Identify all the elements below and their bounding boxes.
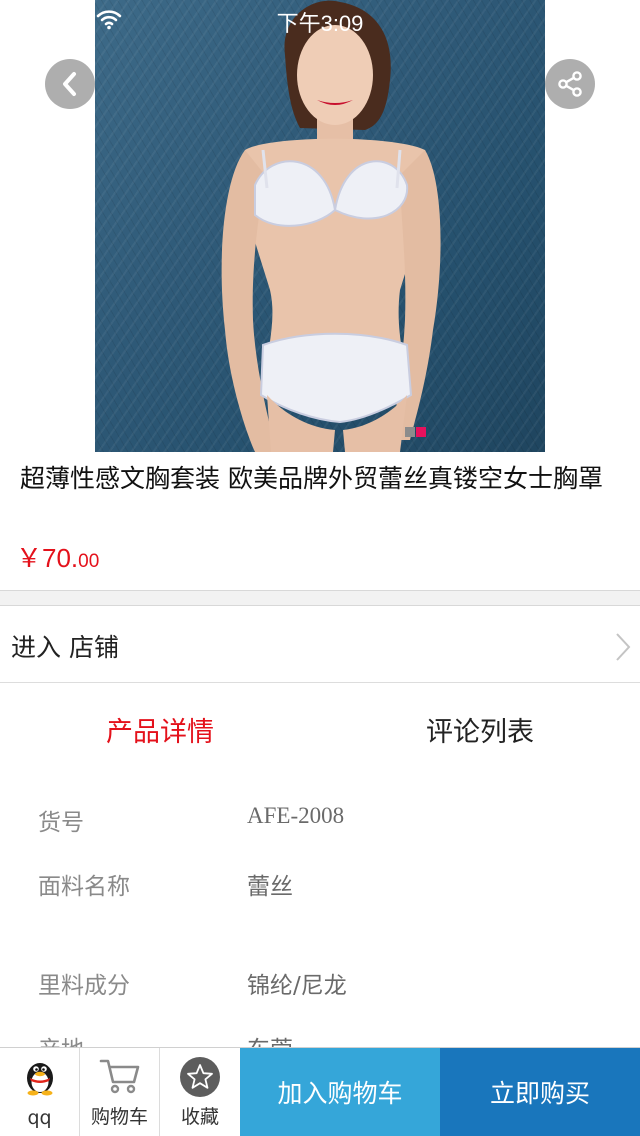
favorite-button[interactable]: 收藏 <box>160 1048 240 1136</box>
qq-label: qq <box>27 1107 52 1129</box>
enter-shop-row[interactable]: 进入 店铺 <box>0 606 640 683</box>
chevron-left-icon <box>63 72 76 96</box>
back-button[interactable] <box>45 59 95 109</box>
enter-shop-label: 进入 店铺 <box>11 633 119 662</box>
spec-row: 面料名称 蕾丝 <box>0 867 640 907</box>
spec-key: 面料名称 <box>38 874 130 900</box>
carousel-dot-active[interactable] <box>416 427 426 437</box>
spec-row: 里料成分 锦纶/尼龙 <box>0 966 640 1006</box>
cart-icon <box>99 1059 140 1094</box>
buy-now-button[interactable]: 立即购买 <box>440 1048 640 1136</box>
add-to-cart-button[interactable]: 加入购物车 <box>240 1048 440 1136</box>
chevron-right-icon <box>616 633 631 661</box>
price-minor: 00 <box>78 551 100 572</box>
qq-penguin-icon <box>27 1063 53 1096</box>
cart-button[interactable]: 购物车 <box>80 1048 160 1136</box>
share-button[interactable] <box>545 59 595 109</box>
spec-row: 货号 AFE-2008 <box>0 803 640 843</box>
favorite-label: 收藏 <box>180 1106 219 1128</box>
share-icon <box>558 71 582 97</box>
detail-tabs: 产品详情 评论列表 <box>0 690 640 770</box>
cart-label: 购物车 <box>90 1106 148 1128</box>
spec-value: AFE-2008 <box>247 803 345 828</box>
spec-value: 锦纶/尼龙 <box>247 973 347 999</box>
product-image-carousel[interactable]: 下午3:09 <box>0 0 640 452</box>
spec-key: 里料成分 <box>38 973 130 999</box>
section-divider <box>0 590 640 606</box>
product-photo <box>95 0 545 452</box>
carousel-indicator <box>405 427 426 437</box>
star-icon <box>180 1057 220 1097</box>
status-bar: 下午3:09 <box>0 0 640 40</box>
tab-review-list[interactable]: 评论列表 <box>320 710 640 749</box>
status-time: 下午3:09 <box>276 11 364 36</box>
product-price: ￥70.00 <box>16 538 99 575</box>
model-illustration <box>221 0 441 452</box>
tab-product-details[interactable]: 产品详情 <box>0 710 320 749</box>
carousel-dot[interactable] <box>405 427 415 437</box>
qq-contact-button[interactable]: qq <box>0 1048 80 1136</box>
spec-value: 蕾丝 <box>247 874 293 900</box>
spec-key: 货号 <box>38 810 84 836</box>
price-major: ￥70. <box>16 543 79 573</box>
product-title: 超薄性感文胸套装 欧美品牌外贸蕾丝真镂空女士胸罩 <box>20 464 603 493</box>
